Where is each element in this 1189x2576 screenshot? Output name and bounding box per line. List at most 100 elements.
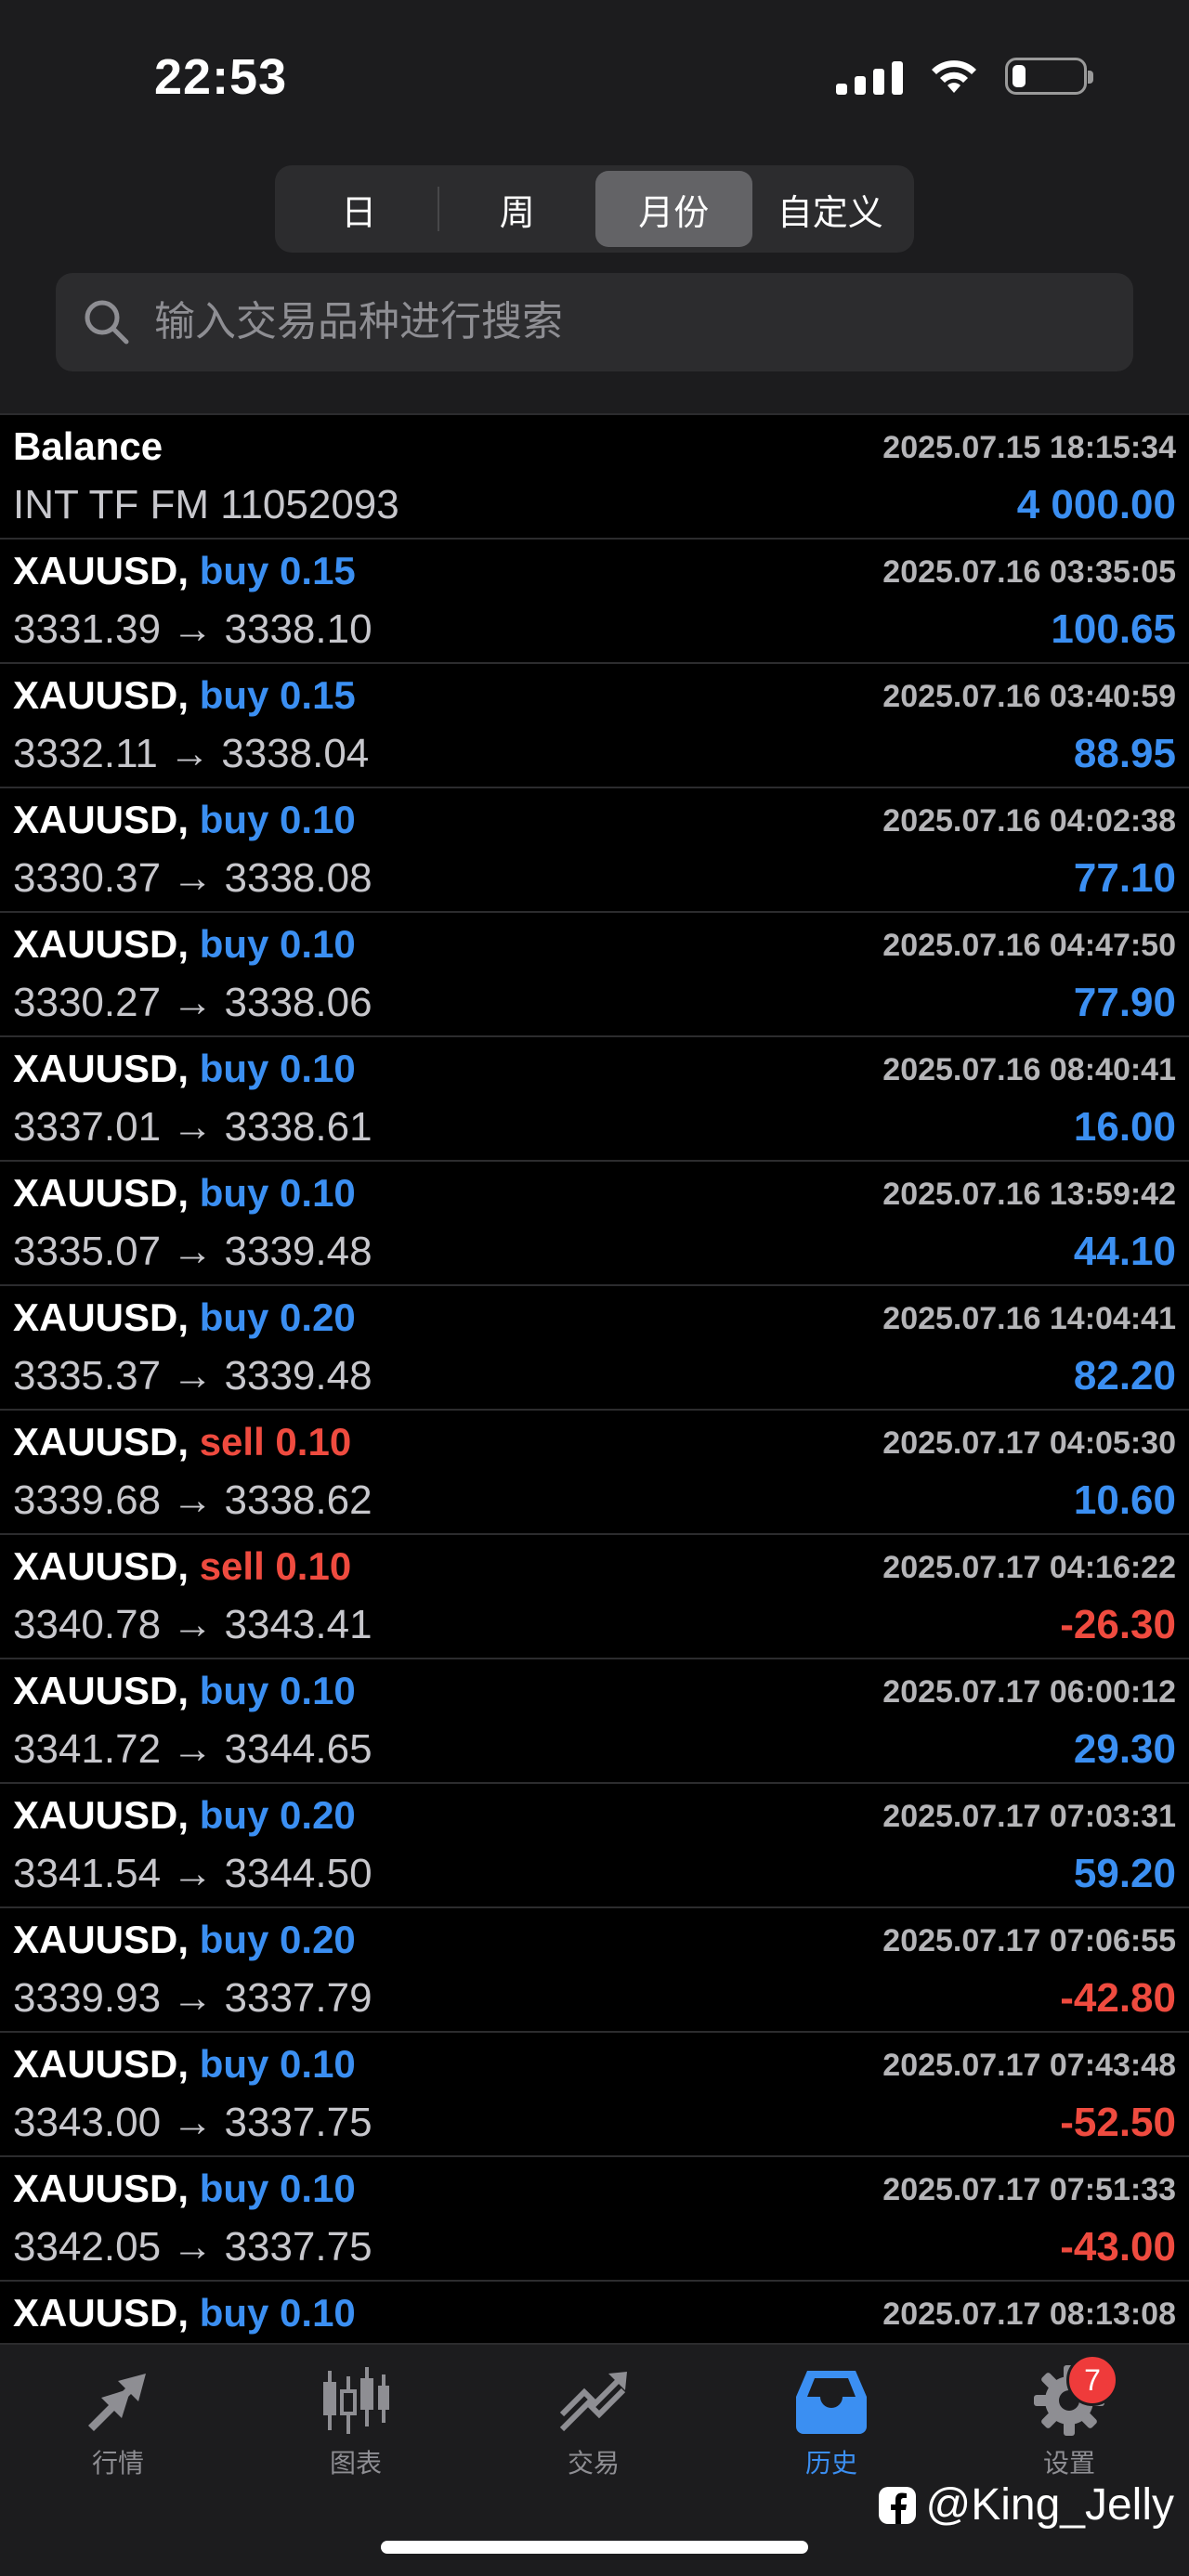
trade-profit: -43.00 <box>1060 2224 1176 2270</box>
trade-row[interactable]: XAUUSD, sell 0.10 2025.07.17 04:05:30 3339… <box>0 1411 1189 1535</box>
trade-prices: 3341.72 → 3344.65 <box>13 1726 372 1772</box>
header: 22:53 日 周 月份 自定义 <box>0 0 1189 413</box>
history-inbox-icon <box>790 2363 873 2438</box>
trade-row[interactable]: XAUUSD, buy 0.10 2025.07.17 08:13:08 <box>0 2282 1189 2343</box>
trade-side: buy 0.20 <box>199 1295 356 1339</box>
tab-label: 设置 <box>1042 2449 1095 2478</box>
trade-prices: 3331.39 → 3338.10 <box>13 606 372 652</box>
trade-symbol: XAUUSD, <box>13 2042 189 2086</box>
trade-row[interactable]: XAUUSD, buy 0.10 2025.07.16 04:02:38 3330.… <box>0 788 1189 913</box>
trade-icon <box>552 2363 635 2438</box>
trade-prices: 3343.00 → 3337.75 <box>13 2100 372 2145</box>
trade-row[interactable]: XAUUSD, sell 0.10 2025.07.17 04:16:22 3340… <box>0 1535 1189 1659</box>
trade-side: buy 0.10 <box>199 2291 356 2335</box>
trade-symbol: XAUUSD, <box>13 798 189 841</box>
trade-symbol: XAUUSD, <box>13 1047 189 1090</box>
home-indicator[interactable] <box>381 2541 808 2554</box>
trade-title: XAUUSD, buy 0.20 <box>13 1793 356 1838</box>
balance-title: Balance <box>13 424 163 468</box>
trade-profit: -42.80 <box>1060 1975 1176 2021</box>
trade-row[interactable]: XAUUSD, buy 0.10 2025.07.17 07:43:48 3343.… <box>0 2033 1189 2157</box>
trade-symbol: XAUUSD, <box>13 549 189 592</box>
trade-row[interactable]: XAUUSD, buy 0.15 2025.07.16 03:40:59 3332.… <box>0 664 1189 788</box>
tab-history[interactable]: 历史 <box>738 2363 924 2480</box>
watermark-text: @King_Jelly <box>925 2480 1174 2530</box>
trade-profit: 82.20 <box>1073 1353 1176 1399</box>
trade-row[interactable]: XAUUSD, buy 0.10 2025.07.16 13:59:42 3335.… <box>0 1162 1189 1286</box>
trade-time: 2025.07.17 08:13:08 <box>882 2296 1176 2332</box>
tab-settings[interactable]: 7 设置 <box>976 2354 1162 2480</box>
period-tab-label: 自定义 <box>777 193 883 233</box>
trade-side: buy 0.10 <box>199 922 356 966</box>
trade-time: 2025.07.16 04:02:38 <box>882 803 1176 839</box>
period-tab-label: 周 <box>499 193 535 233</box>
trade-profit: 100.65 <box>1051 606 1176 652</box>
trade-time: 2025.07.16 04:47:50 <box>882 928 1176 963</box>
period-tab-day[interactable]: 日 <box>281 171 438 247</box>
trade-side: buy 0.10 <box>199 1669 356 1712</box>
trade-profit: 77.90 <box>1073 980 1176 1025</box>
tab-chart[interactable]: 图表 <box>263 2363 449 2480</box>
history-list[interactable]: Balance 2025.07.15 18:15:34 INT TF FM 11… <box>0 413 1189 2343</box>
balance-amount: 4 000.00 <box>1016 482 1176 527</box>
gear-icon: 7 <box>1027 2354 1118 2438</box>
trade-row[interactable]: XAUUSD, buy 0.10 2025.07.16 08:40:41 3337.… <box>0 1037 1189 1162</box>
balance-account: INT TF FM 11052093 <box>13 482 399 527</box>
trade-prices: 3335.37 → 3339.48 <box>13 1353 372 1399</box>
trade-title: XAUUSD, buy 0.15 <box>13 673 356 718</box>
trade-time: 2025.07.17 07:51:33 <box>882 2172 1176 2207</box>
tab-quotes[interactable]: 行情 <box>25 2363 211 2480</box>
wifi-icon <box>932 60 976 93</box>
search-bar <box>56 273 1133 371</box>
trade-time: 2025.07.17 07:06:55 <box>882 1923 1176 1958</box>
trade-row[interactable]: XAUUSD, buy 0.20 2025.07.17 07:03:31 3341.… <box>0 1784 1189 1908</box>
trade-side: buy 0.20 <box>199 1793 356 1837</box>
cellular-signal-icon <box>836 58 903 95</box>
trade-symbol: XAUUSD, <box>13 922 189 966</box>
trade-row[interactable]: XAUUSD, buy 0.20 2025.07.16 14:04:41 3335.… <box>0 1286 1189 1411</box>
status-time: 22:53 <box>154 49 288 105</box>
period-tab-month[interactable]: 月份 <box>595 171 752 247</box>
tab-trade[interactable]: 交易 <box>501 2363 686 2480</box>
trade-row[interactable]: XAUUSD, buy 0.15 2025.07.16 03:35:05 3331.… <box>0 540 1189 664</box>
notification-badge: 7 <box>1066 2354 1118 2406</box>
balance-time: 2025.07.15 18:15:34 <box>882 430 1176 465</box>
period-tab-week[interactable]: 周 <box>439 171 596 247</box>
trade-title: XAUUSD, buy 0.10 <box>13 2291 356 2335</box>
trade-side: buy 0.15 <box>199 673 356 717</box>
trade-profit: -52.50 <box>1060 2100 1176 2145</box>
tab-label: 行情 <box>91 2449 144 2478</box>
watermark: @King_Jelly <box>877 2479 1174 2530</box>
trade-time: 2025.07.17 04:16:22 <box>882 1550 1176 1585</box>
trade-symbol: XAUUSD, <box>13 673 189 717</box>
trade-title: XAUUSD, sell 0.10 <box>13 1420 351 1464</box>
trade-side: sell 0.10 <box>199 1420 352 1464</box>
balance-row[interactable]: Balance 2025.07.15 18:15:34 INT TF FM 11… <box>0 415 1189 540</box>
trade-title: XAUUSD, buy 0.10 <box>13 2042 356 2087</box>
trade-row[interactable]: XAUUSD, buy 0.10 2025.07.17 07:51:33 3342.… <box>0 2157 1189 2282</box>
period-tab-custom[interactable]: 自定义 <box>752 171 909 247</box>
trade-side: buy 0.10 <box>199 1171 356 1215</box>
trade-profit: 59.20 <box>1073 1851 1176 1896</box>
trade-row[interactable]: XAUUSD, buy 0.20 2025.07.17 07:06:55 3339.… <box>0 1908 1189 2033</box>
period-tab-label: 日 <box>341 193 377 233</box>
trade-title: XAUUSD, buy 0.15 <box>13 549 356 593</box>
trade-profit: 88.95 <box>1073 731 1176 776</box>
trade-symbol: XAUUSD, <box>13 1171 189 1215</box>
trade-time: 2025.07.16 08:40:41 <box>882 1052 1176 1087</box>
trade-title: XAUUSD, buy 0.10 <box>13 798 356 842</box>
search-input[interactable] <box>139 285 1133 359</box>
quotes-icon <box>76 2363 160 2438</box>
status-icons <box>836 58 1093 95</box>
trade-side: buy 0.10 <box>199 2042 356 2086</box>
tab-label: 图表 <box>329 2449 382 2478</box>
trade-row[interactable]: XAUUSD, buy 0.10 2025.07.17 06:00:12 3341.… <box>0 1659 1189 1784</box>
battery-icon <box>1005 58 1093 95</box>
trade-prices: 3330.27 → 3338.06 <box>13 980 372 1025</box>
trade-row[interactable]: XAUUSD, buy 0.10 2025.07.16 04:47:50 3330.… <box>0 913 1189 1037</box>
trade-symbol: XAUUSD, <box>13 1918 189 1961</box>
trade-profit: 29.30 <box>1073 1726 1176 1772</box>
trade-symbol: XAUUSD, <box>13 1793 189 1837</box>
trade-prices: 3340.78 → 3343.41 <box>13 1602 372 1647</box>
trade-side: buy 0.10 <box>199 1047 356 1090</box>
